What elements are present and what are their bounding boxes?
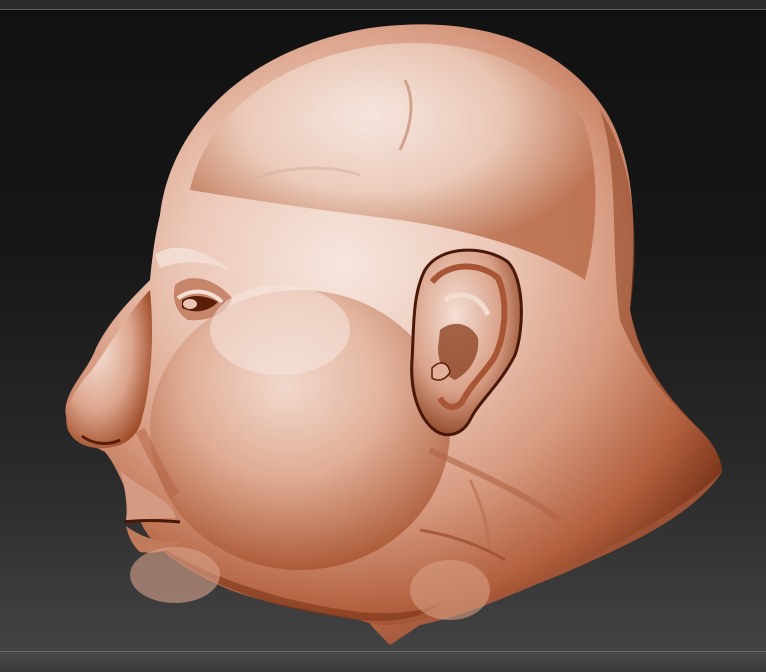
eyeball [183, 299, 197, 309]
cheekbone-highlight [210, 285, 350, 375]
sculpt-canvas[interactable] [0, 0, 766, 672]
mouth-line [123, 519, 181, 524]
3d-viewport[interactable] [0, 0, 766, 672]
neck-bulge [410, 560, 490, 620]
viewport-bottom-border [0, 651, 766, 672]
nose[interactable] [66, 290, 153, 449]
chin [130, 547, 220, 603]
